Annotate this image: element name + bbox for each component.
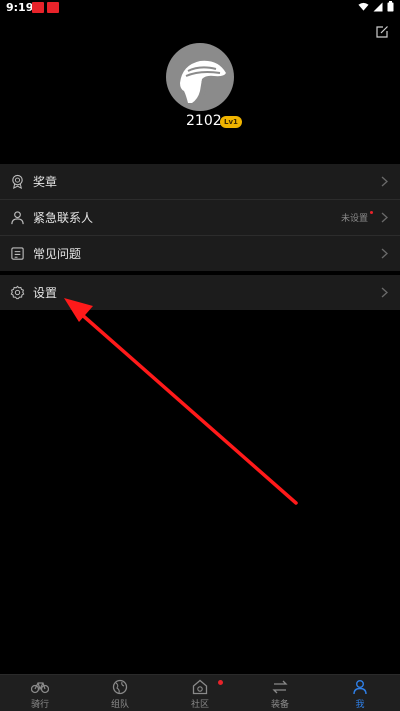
- signal-icon: [373, 2, 383, 11]
- menu-item-settings[interactable]: 设置: [0, 275, 400, 310]
- app-notification-icon: [47, 2, 59, 13]
- tab-label: 组队: [110, 700, 129, 710]
- battery-icon: [387, 1, 394, 12]
- community-home-icon: [192, 679, 208, 695]
- menu-label-settings: 设置: [33, 286, 58, 300]
- level-badge: Lv1: [220, 116, 242, 128]
- menu-label-medals: 奖章: [33, 175, 58, 189]
- edit-profile-icon[interactable]: [375, 25, 389, 39]
- medal-icon: [12, 174, 23, 189]
- menu-label-emergency-contact: 紧急联系人: [33, 211, 94, 225]
- tab-label: 我: [355, 700, 365, 710]
- notification-dot: [218, 680, 223, 685]
- tab-team[interactable]: 组队: [80, 675, 160, 711]
- tab-label: 骑行: [30, 700, 49, 710]
- system-icons: [358, 1, 394, 12]
- bottom-tab-bar: 骑行 组队 社区 装备 我: [0, 674, 400, 711]
- menu-group-main: 奖章 紧急联系人 未设置 常见问题: [0, 164, 400, 271]
- status-time: 9:19: [6, 1, 34, 14]
- tab-label: 社区: [190, 700, 209, 710]
- contact-person-icon: [11, 211, 24, 225]
- chevron-right-icon: [381, 176, 388, 187]
- avatar[interactable]: [166, 43, 234, 111]
- chevron-right-icon: [381, 248, 388, 259]
- tab-equipment[interactable]: 装备: [240, 675, 320, 711]
- cyclist-helmet-icon: [180, 60, 226, 103]
- menu-label-faq: 常见问题: [33, 247, 82, 261]
- app-notification-icon: [32, 2, 44, 13]
- bicycle-icon: [31, 682, 49, 694]
- document-icon: [11, 247, 24, 260]
- tab-label: 装备: [270, 700, 289, 710]
- tab-community[interactable]: 社区: [160, 675, 240, 711]
- menu-item-faq[interactable]: 常见问题: [0, 235, 400, 271]
- emergency-contact-status: 未设置: [340, 214, 368, 224]
- chevron-right-icon: [381, 287, 388, 298]
- wifi-icon: [358, 2, 369, 11]
- tab-me[interactable]: 我: [320, 675, 400, 711]
- equipment-sort-icon: [272, 680, 288, 694]
- status-bar: 9:19: [0, 0, 400, 16]
- menu-item-emergency-contact[interactable]: 紧急联系人 未设置: [0, 199, 400, 235]
- globe-icon: [112, 679, 128, 695]
- profile-name: 2102: [186, 113, 222, 129]
- menu-item-medals[interactable]: 奖章: [0, 164, 400, 199]
- person-icon: [353, 680, 367, 695]
- gear-icon: [10, 285, 25, 300]
- tab-ride[interactable]: 骑行: [0, 675, 80, 711]
- unset-dot: [370, 211, 373, 214]
- menu-group-settings: 设置: [0, 275, 400, 310]
- chevron-right-icon: [381, 212, 388, 223]
